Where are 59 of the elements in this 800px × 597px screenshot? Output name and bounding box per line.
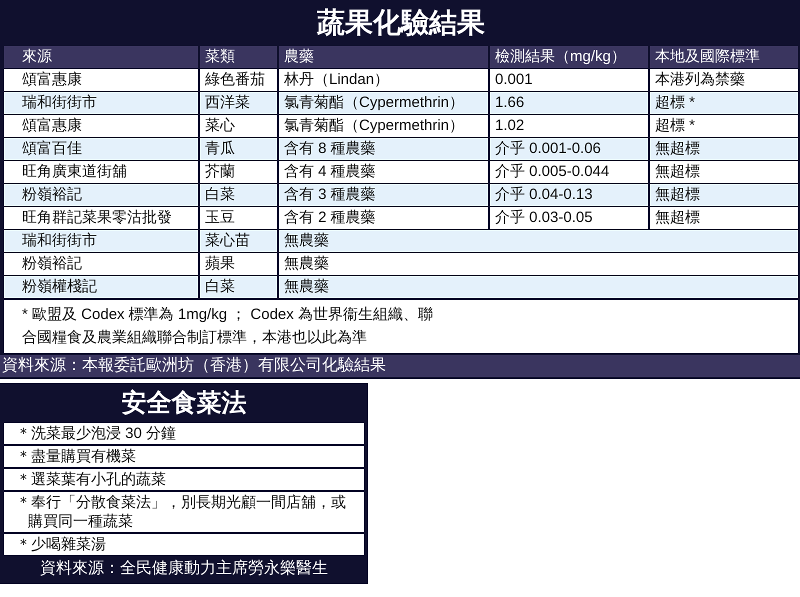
results-title: 蔬果化驗結果 bbox=[316, 6, 486, 40]
table-cell: 林丹（Lindan） bbox=[279, 69, 488, 91]
table-cell: 介乎 0.001-0.06 bbox=[490, 138, 648, 160]
table-cell: 含有 4 種農藥 bbox=[279, 161, 488, 183]
table-cell: 超標 * bbox=[650, 115, 798, 137]
column-header: 來源 bbox=[4, 46, 198, 68]
table-cell: 玉豆 bbox=[200, 207, 277, 229]
table-cell: 超標 * bbox=[650, 92, 798, 114]
tip-item: ＊少喝雜菜湯 bbox=[4, 534, 364, 555]
table-cell: 含有 2 種農藥 bbox=[279, 207, 488, 229]
table-cell: 頌富惠康 bbox=[4, 115, 198, 137]
table-cell: 1.66 bbox=[490, 92, 648, 114]
footnote: * 歐盟及 Codex 標準為 1mg/kg ； Codex 為世界衞生組織、聯合國糧食及農業組織聯合制訂標準，本港也以此為準 bbox=[4, 300, 798, 353]
table-cell: 菜心苗 bbox=[200, 230, 277, 252]
source-credit: 資料來源：全民健康動力主席勞永樂醫生 bbox=[39, 558, 329, 579]
table-cell: 頌富惠康 bbox=[4, 69, 198, 91]
column-header: 本地及國際標準 bbox=[650, 46, 798, 68]
table-cell: 無超標 bbox=[650, 207, 798, 229]
table-cell: 綠色番茄 bbox=[200, 69, 277, 91]
table-cell: 白菜 bbox=[200, 184, 277, 206]
table-cell: 旺角群記菜果零沽批發 bbox=[4, 207, 198, 229]
column-header: 農藥 bbox=[279, 46, 488, 68]
tip-item: ＊盡量購買有機菜 bbox=[4, 446, 364, 467]
table-cell: 西洋菜 bbox=[200, 92, 277, 114]
table-cell: 1.02 bbox=[490, 115, 648, 137]
table-cell: 蘋果 bbox=[200, 253, 277, 275]
table-cell: 氯青菊酯（Cypermethrin） bbox=[279, 115, 488, 137]
table-cell: 瑞和街街市 bbox=[4, 92, 198, 114]
tip-item: ＊奉行「分散食菜法」，別長期光顧一間店舖，或購買同一種蔬菜 bbox=[4, 492, 364, 532]
table-cell: 頌富百佳 bbox=[4, 138, 198, 160]
table-cell: 含有 8 種農藥 bbox=[279, 138, 488, 160]
table-cell: 無超標 bbox=[650, 161, 798, 183]
table-cell: 無超標 bbox=[650, 184, 798, 206]
table-cell: 青瓜 bbox=[200, 138, 277, 160]
table-cell: 本港列為禁藥 bbox=[650, 69, 798, 91]
table-cell: 介乎 0.04-0.13 bbox=[490, 184, 648, 206]
table-cell: 粉嶺裕記 bbox=[4, 184, 198, 206]
table-cell: 無超標 bbox=[650, 138, 798, 160]
table-cell: 粉嶺裕記 bbox=[4, 253, 198, 275]
tip-item: ＊選菜葉有小孔的蔬菜 bbox=[4, 469, 364, 490]
table-cell: 無農藥 bbox=[279, 276, 798, 298]
table-cell: 旺角廣東道街舖 bbox=[4, 161, 198, 183]
source-credit: 資料來源：本報委託歐洲坊（香港）有限公司化驗結果 bbox=[0, 355, 800, 377]
tips-title: 安全食菜法 bbox=[120, 388, 248, 419]
table-cell: 白菜 bbox=[200, 276, 277, 298]
table-cell: 瑞和街街市 bbox=[4, 230, 198, 252]
table-cell: 氯青菊酯（Cypermethrin） bbox=[279, 92, 488, 114]
table-cell: 粉嶺權棧記 bbox=[4, 276, 198, 298]
table-cell: 菜心 bbox=[200, 115, 277, 137]
table-cell: 介乎 0.03-0.05 bbox=[490, 207, 648, 229]
column-header: 檢測結果（mg/kg） bbox=[490, 46, 648, 68]
table-cell: 無農藥 bbox=[279, 253, 798, 275]
table-cell: 無農藥 bbox=[279, 230, 798, 252]
tip-item: ＊洗菜最少泡浸 30 分鐘 bbox=[4, 423, 364, 444]
table-cell: 介乎 0.005-0.044 bbox=[490, 161, 648, 183]
table-cell: 含有 3 種農藥 bbox=[279, 184, 488, 206]
column-header: 菜類 bbox=[200, 46, 277, 68]
table-cell: 0.001 bbox=[490, 69, 648, 91]
table-cell: 芥蘭 bbox=[200, 161, 277, 183]
